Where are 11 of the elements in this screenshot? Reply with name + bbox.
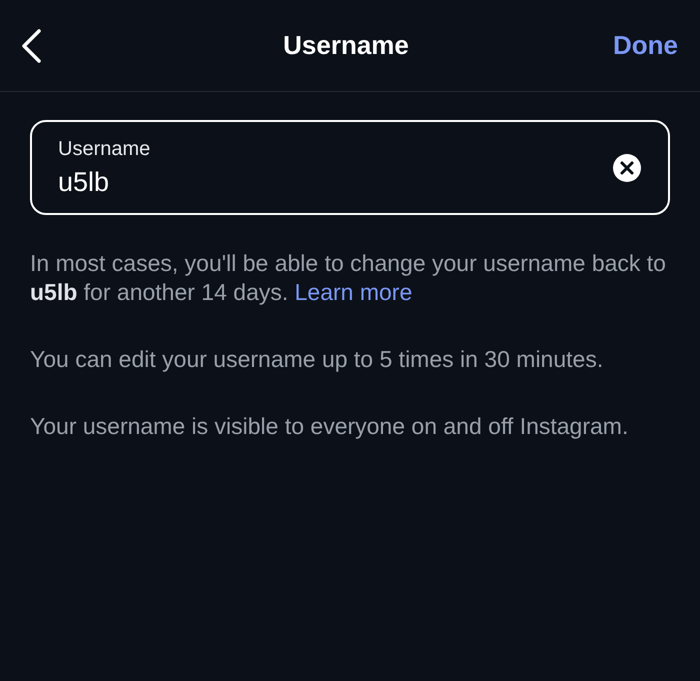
username-input[interactable]: u5lb xyxy=(58,166,258,198)
learn-more-link[interactable]: Learn more xyxy=(294,279,412,305)
help-text: In most cases, you'll be able to change your username back to u5lb for another 14 days. Learn more xyxy=(30,249,667,307)
username-field[interactable]: Username u5lb xyxy=(30,120,670,215)
help-text: Your username is visible to everyone on and off Instagram. xyxy=(30,412,630,441)
clear-icon[interactable] xyxy=(612,152,642,182)
screen-title: Username xyxy=(283,30,409,61)
field-label: Username xyxy=(58,138,150,160)
help-text: You can edit your username up to 5 times in 30 minutes. xyxy=(30,345,604,374)
chevron-left-icon xyxy=(20,28,42,64)
done-button[interactable]: Done xyxy=(613,30,678,61)
